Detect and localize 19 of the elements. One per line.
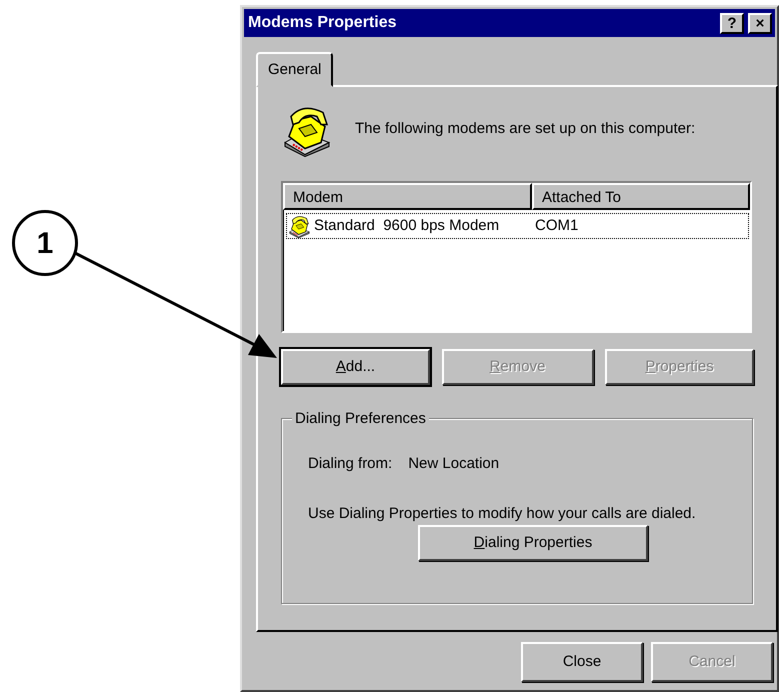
intro-text: The following modems are set up on this computer: [355, 119, 696, 140]
list-cell-text: COM1 [534, 216, 580, 236]
field-value: New Location [408, 454, 500, 474]
list-action-button[interactable]: Add... [281, 349, 430, 385]
modem-list[interactable]: Modem Attached To Standard 9600 bps Modem COM1 [281, 181, 752, 333]
column-header[interactable]: Attached To [532, 183, 750, 210]
list-row[interactable]: Standard 9600 bps Modem COM1 [286, 213, 749, 239]
close-button[interactable]: × [748, 12, 772, 34]
footer-button[interactable]: Close [521, 642, 643, 682]
help-button[interactable]: ? [720, 12, 744, 34]
window-title: Modems Properties [248, 13, 398, 33]
telephone-icon [286, 214, 312, 238]
dialing-properties-button[interactable]: Dialing Properties [418, 525, 648, 562]
list-cell-text: Standard 9600 bps Modem [313, 216, 500, 236]
field-label: Dialing from: [308, 454, 392, 474]
callout-number: 1 [12, 210, 78, 276]
help-text: Use Dialing Properties to modify how your calls are dialed. [308, 506, 697, 522]
column-header[interactable]: Modem [283, 183, 532, 210]
tab[interactable]: General [256, 52, 334, 87]
